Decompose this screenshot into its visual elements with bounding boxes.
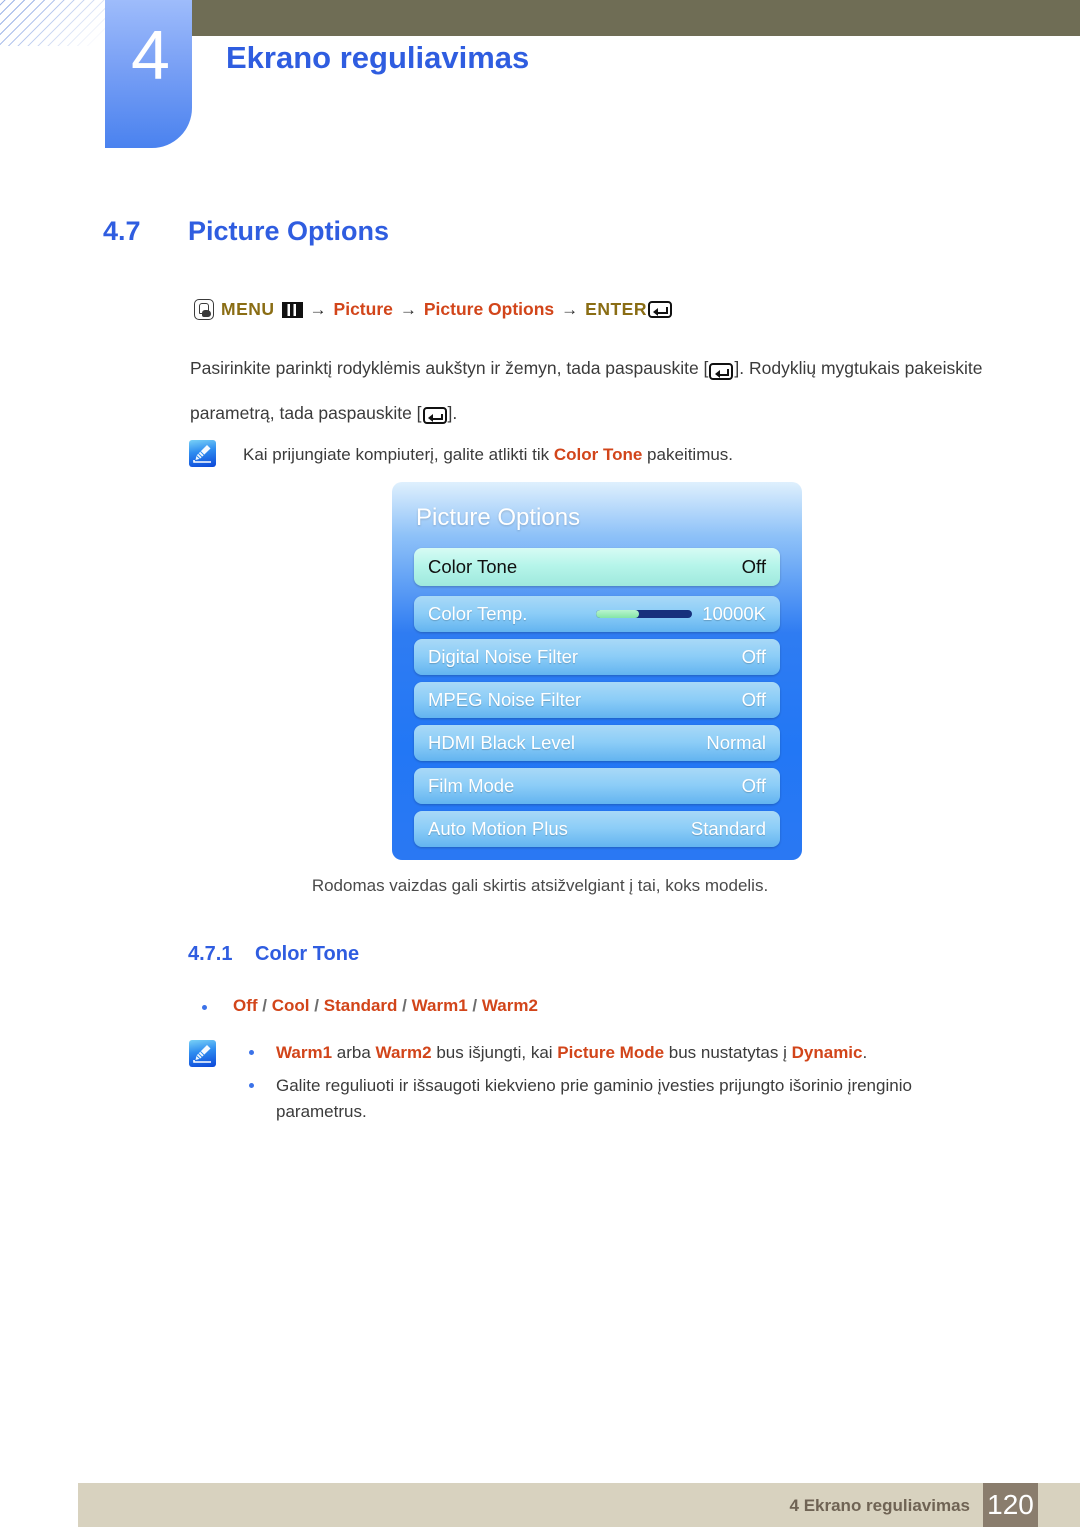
osd-row-label: HDMI Black Level	[428, 732, 576, 753]
intro-line-1-part-a: Pasirinkite parinktį rodyklėmis aukštyn …	[190, 358, 709, 378]
osd-row-color-tone[interactable]: Color Tone Off	[414, 548, 780, 586]
menu-path-arrow-2: →	[399, 299, 417, 319]
note-top-part-a: Kai prijungiate kompiuterį, galite atlik…	[243, 445, 554, 464]
intro-line-2: parametrą, tada paspauskite [].	[190, 400, 1000, 427]
note-text: arba	[332, 1043, 376, 1062]
enter-key-icon	[647, 301, 672, 318]
osd-caption: Rodomas vaizdas gali skirtis atsižvelgia…	[311, 876, 769, 895]
osd-row-label: MPEG Noise Filter	[428, 689, 582, 710]
note-bottom-2: Galite reguliuoti ir išsaugoti kiekvieno…	[276, 1073, 1006, 1124]
osd-row-auto-motion-plus[interactable]: Auto Motion Plus Standard	[414, 811, 780, 847]
menu-path-arrow-1: →	[309, 299, 327, 319]
osd-row-label: Digital Noise Filter	[428, 646, 579, 667]
note-bottom-1: Warm1 arba Warm2 bus išjungti, kai Pictu…	[276, 1040, 996, 1066]
hand-press-icon	[194, 299, 214, 320]
section-number: 4.7	[103, 216, 141, 246]
option-separator: /	[402, 996, 407, 1015]
intro-paragraph: Pasirinkite parinktį rodyklėmis aukštyn …	[190, 355, 1000, 426]
note-keyword: Picture Mode	[557, 1043, 665, 1062]
osd-row-value: 10000K	[702, 603, 766, 624]
header-olive-bar	[192, 0, 1080, 36]
bullet-icon	[249, 1083, 254, 1088]
osd-row-film-mode[interactable]: Film Mode Off	[414, 768, 780, 804]
section-title: Picture Options	[188, 216, 390, 246]
subsection-number: 4.7.1	[188, 943, 233, 965]
chapter-number-tab: 4	[105, 0, 192, 148]
osd-row-value: Off	[741, 775, 766, 796]
subsection-title: Color Tone	[255, 943, 360, 965]
enter-key-icon	[709, 362, 734, 380]
bullet-icon	[249, 1050, 254, 1055]
option-cool: Cool	[271, 996, 310, 1015]
osd-row-value: Normal	[706, 732, 766, 753]
osd-row-value: Off	[741, 689, 766, 710]
intro-line-2-part-b: ].	[447, 402, 458, 423]
subsection-heading: 4.7.1 Color Tone	[188, 943, 359, 966]
osd-row-mpeg-noise-filter[interactable]: MPEG Noise Filter Off	[414, 682, 780, 718]
color-temp-slider-fill	[596, 610, 640, 618]
osd-row-value: Off	[741, 556, 766, 577]
osd-row-value: Off	[741, 646, 766, 667]
osd-row-label: Film Mode	[428, 775, 515, 796]
note-top-text: Kai prijungiate kompiuterį, galite atlik…	[243, 442, 983, 468]
menu-path-arrow-3: →	[561, 299, 579, 319]
note-keyword: Warm2	[375, 1043, 432, 1062]
footer-chapter-text: 4 Ekrano reguliavimas	[789, 1496, 970, 1515]
option-off: Off	[233, 996, 258, 1015]
section-heading: 4.7 Picture Options	[103, 216, 389, 247]
menu-path-menu-label: MENU	[221, 299, 275, 319]
note-top-part-b: pakeitimus.	[642, 445, 734, 464]
note-pen-glyph	[193, 1045, 211, 1063]
note-pen-glyph	[193, 445, 211, 463]
bullet-icon	[202, 1005, 207, 1010]
osd-row-label: Color Tone	[428, 556, 518, 577]
menu-path-breadcrumb: MENU → Picture → Picture Options → ENTER	[194, 299, 672, 320]
osd-menu-panel: Picture Options Color Tone Off Color Tem…	[392, 482, 802, 860]
osd-row-label: Color Temp.	[428, 603, 528, 624]
option-standard: Standard	[323, 996, 398, 1015]
intro-line-2-part-a: parametrą, tada paspauskite [	[190, 402, 422, 423]
option-separator: /	[314, 996, 319, 1015]
option-warm2: Warm2	[481, 996, 538, 1015]
note-text: Galite reguliuoti ir išsaugoti kiekvieno…	[276, 1076, 912, 1121]
menu-path-item-picture-options: Picture Options	[423, 299, 555, 319]
menu-path-item-picture: Picture	[333, 299, 393, 319]
color-temp-slider[interactable]	[596, 610, 693, 618]
menu-path-enter-label: ENTER	[585, 299, 647, 319]
color-tone-option-list: Off / Cool / Standard / Warm1 / Warm2	[233, 996, 538, 1016]
osd-row-label: Auto Motion Plus	[428, 818, 568, 839]
note-pen-icon	[189, 1040, 216, 1067]
note-pen-icon	[189, 440, 216, 467]
manual-page: 4 Ekrano reguliavimas 4.7 Picture Option…	[0, 0, 1080, 1527]
osd-row-hdmi-black-level[interactable]: HDMI Black Level Normal	[414, 725, 780, 761]
option-separator: /	[472, 996, 478, 1015]
menu-bars-icon	[281, 301, 303, 318]
osd-row-value: Standard	[690, 818, 766, 839]
decorative-hatch-pattern	[0, 0, 108, 46]
note-text: bus nustatytas į	[664, 1043, 792, 1062]
note-text: bus išjungti, kai	[431, 1043, 558, 1062]
option-separator: /	[262, 996, 268, 1015]
note-keyword: Dynamic	[791, 1043, 863, 1062]
enter-key-icon	[422, 407, 447, 425]
osd-row-value-group: 10000K	[596, 603, 766, 625]
chapter-title: Ekrano reguliavimas	[226, 40, 530, 75]
note-text: .	[862, 1043, 868, 1062]
option-warm1: Warm1	[411, 996, 468, 1015]
intro-line-1: Pasirinkite parinktį rodyklėmis aukštyn …	[190, 355, 1000, 382]
osd-row-color-temp[interactable]: Color Temp. 10000K	[414, 596, 780, 632]
footer-bar: 4 Ekrano reguliavimas 120	[78, 1483, 1080, 1527]
osd-row-digital-noise-filter[interactable]: Digital Noise Filter Off	[414, 639, 780, 675]
note-keyword: Warm1	[276, 1043, 333, 1062]
note-top-keyword: Color Tone	[553, 445, 643, 464]
footer-page-number: 120	[983, 1483, 1038, 1527]
chapter-number: 4	[131, 16, 170, 94]
intro-line-1-part-b: ]. Rodyklių mygtukais pakeiskite	[734, 358, 983, 378]
osd-title: Picture Options	[416, 504, 581, 531]
